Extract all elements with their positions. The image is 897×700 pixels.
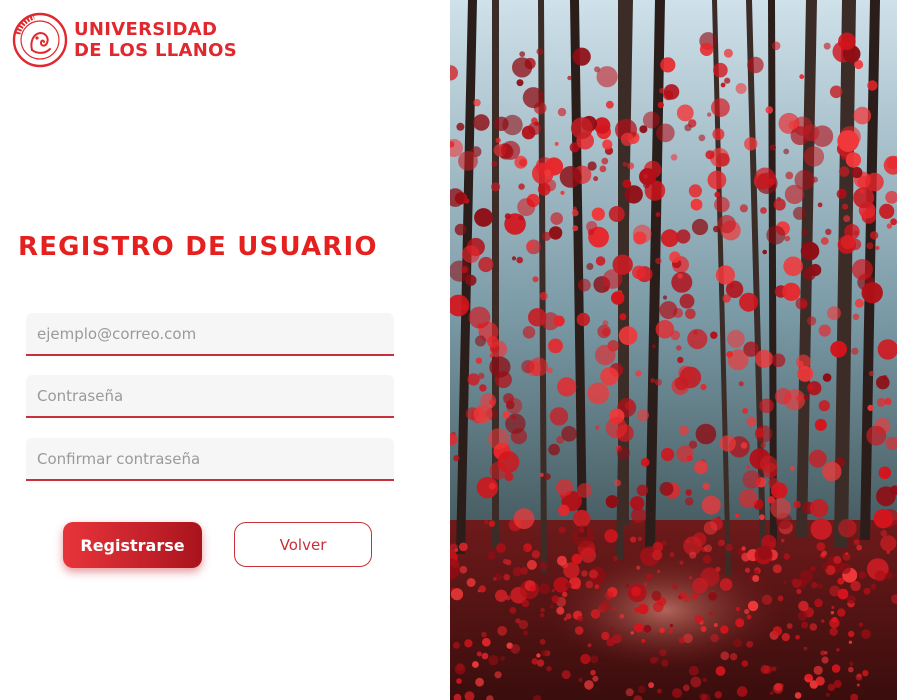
email-field[interactable] (26, 313, 394, 356)
register-button[interactable]: Registrarse (63, 522, 202, 568)
password-field[interactable] (26, 375, 394, 418)
owl-seal-icon (12, 12, 68, 68)
page-title: REGISTRO DE USUARIO (18, 232, 378, 262)
registration-panel: UNIVERSIDAD DE LOS LLANOS REGISTRO DE US… (0, 0, 450, 700)
university-name: UNIVERSIDAD DE LOS LLANOS (74, 19, 237, 61)
university-name-line2: DE LOS LLANOS (74, 40, 237, 61)
back-button[interactable]: Volver (234, 522, 372, 567)
forest-background-image (450, 0, 897, 700)
confirm-password-field[interactable] (26, 438, 394, 481)
university-logo: UNIVERSIDAD DE LOS LLANOS (12, 12, 237, 68)
university-name-line1: UNIVERSIDAD (74, 19, 218, 40)
